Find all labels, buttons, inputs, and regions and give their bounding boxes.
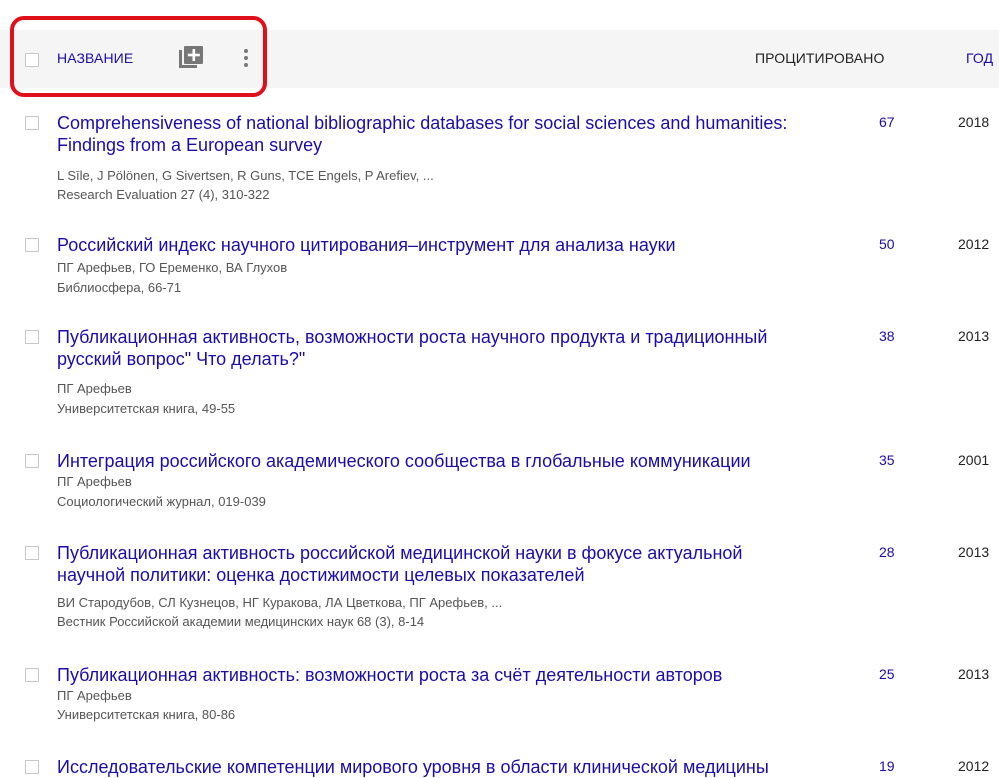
row-checkbox[interactable] [25, 116, 39, 130]
article-title-link[interactable]: Публикационная активность, возможности р… [57, 326, 802, 370]
article-venue: Research Evaluation 27 (4), 310-322 [57, 187, 270, 202]
article-title-link[interactable]: Интеграция российского академического со… [57, 450, 802, 472]
row-checkbox[interactable] [25, 454, 39, 468]
article-authors: ПГ Арефьев, ГО Еременко, ВА Глухов [57, 260, 288, 275]
article-title-link[interactable]: Публикационная активность: возможности р… [57, 664, 802, 686]
cited-by-link[interactable]: 35 [879, 452, 895, 468]
cited-by-link[interactable]: 67 [879, 114, 895, 130]
cited-by-link[interactable]: 28 [879, 544, 895, 560]
sort-by-year-link[interactable]: ГОД [966, 50, 993, 66]
cited-by-link[interactable]: 50 [879, 236, 895, 252]
article-venue: Социологический журнал, 019-039 [57, 494, 266, 509]
article-title-link[interactable]: Публикационная активность российской мед… [57, 542, 802, 586]
article-venue: Вестник Российской академии медицинских … [57, 614, 425, 629]
article-venue: Библиосфера, 66-71 [57, 280, 182, 295]
article-authors: ВИ Стародубов, СЛ Кузнецов, НГ Куракова,… [57, 595, 503, 610]
article-year: 2012 [958, 758, 990, 774]
article-year: 2012 [958, 236, 990, 252]
cited-by-link[interactable]: 38 [879, 328, 895, 344]
row-checkbox[interactable] [25, 330, 39, 344]
sort-by-cited-link[interactable]: ПРОЦИТИРОВАНО [755, 50, 884, 66]
cited-by-link[interactable]: 25 [879, 666, 895, 682]
article-year: 2013 [958, 666, 990, 682]
article-venue: Университетская книга, 80-86 [57, 707, 236, 722]
article-title-link[interactable]: Comprehensiveness of national bibliograp… [57, 112, 802, 156]
sort-by-title-link[interactable]: НАЗВАНИЕ [57, 50, 133, 66]
article-authors: ПГ Арефьев [57, 381, 132, 396]
article-year: 2013 [958, 544, 990, 560]
article-authors: ПГ Арефьев [57, 474, 132, 489]
more-vert-icon[interactable] [241, 46, 251, 70]
article-title-link[interactable]: Исследовательские компетенции мирового у… [57, 756, 802, 778]
cited-by-link[interactable]: 19 [879, 758, 895, 774]
article-authors: L Sīle, J Pölönen, G Sivertsen, R Guns, … [57, 168, 434, 183]
row-checkbox[interactable] [25, 546, 39, 560]
article-year: 2013 [958, 328, 990, 344]
article-venue: Университетская книга, 49-55 [57, 401, 236, 416]
add-box-icon[interactable] [179, 46, 203, 68]
row-checkbox[interactable] [25, 668, 39, 682]
article-authors: ПГ Арефьев [57, 688, 132, 703]
select-all-checkbox[interactable] [25, 53, 39, 67]
article-year: 2001 [958, 452, 990, 468]
row-checkbox[interactable] [25, 760, 39, 774]
row-checkbox[interactable] [25, 238, 39, 252]
article-year: 2018 [958, 114, 990, 130]
article-title-link[interactable]: Российский индекс научного цитирования–и… [57, 234, 802, 256]
